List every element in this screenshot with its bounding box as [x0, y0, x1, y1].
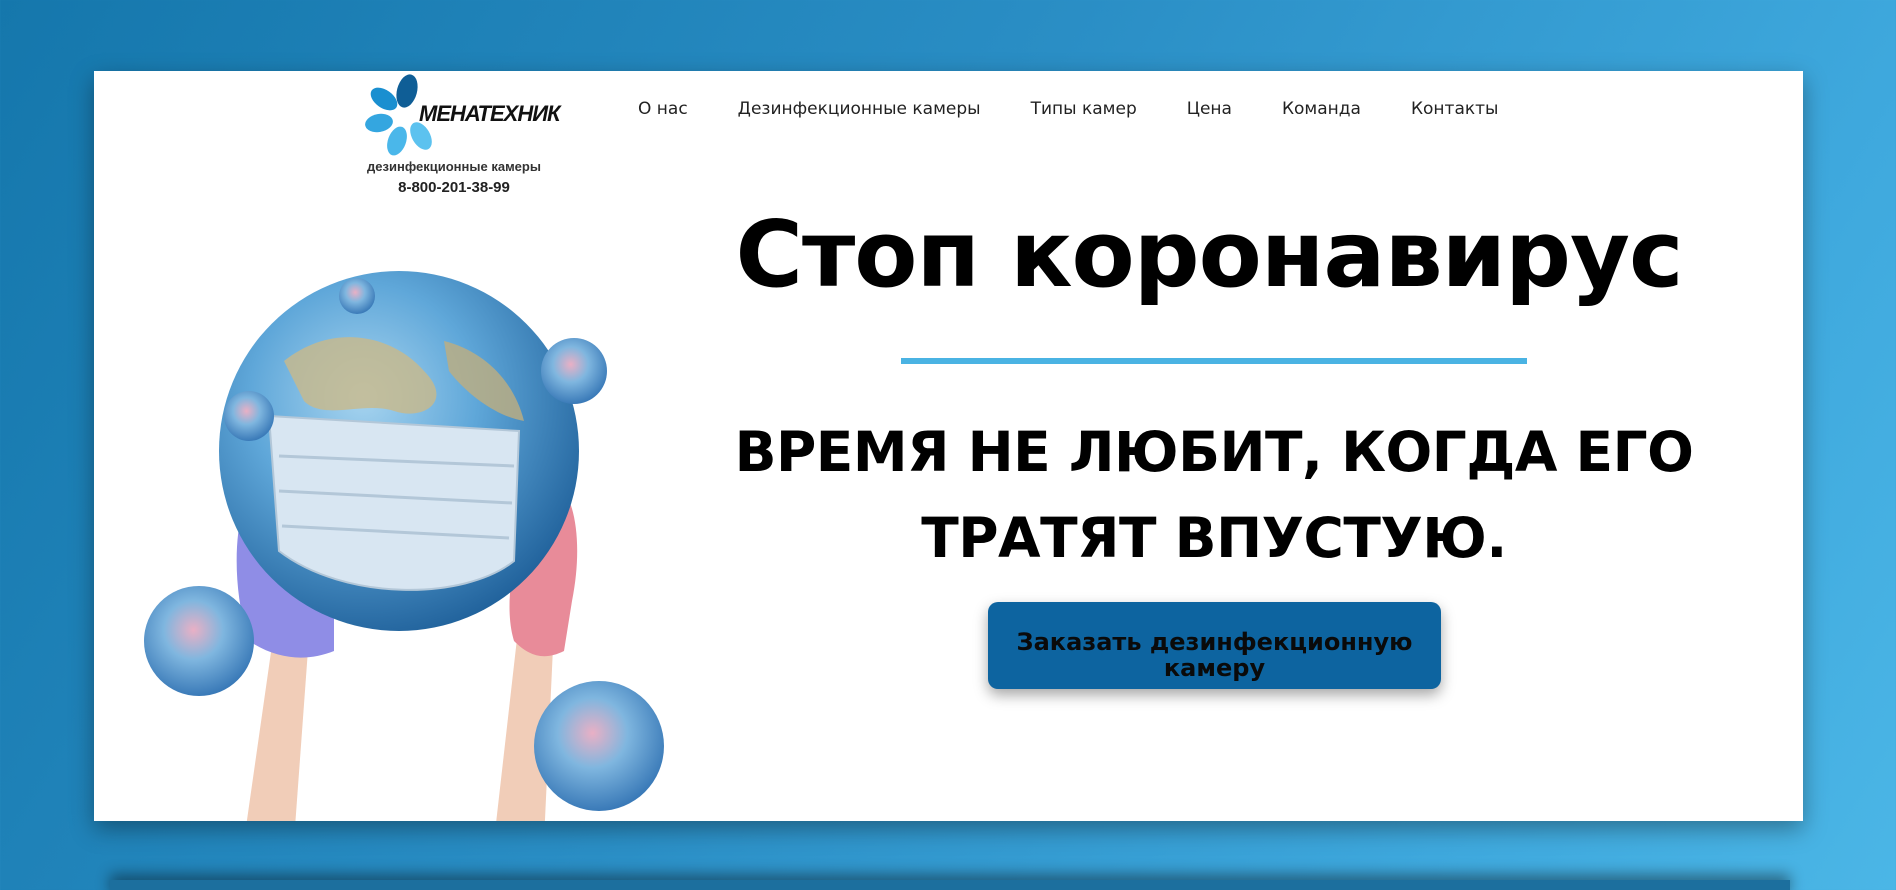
- hero-subtitle: ВРЕМЯ НЕ ЛЮБИТ, КОГДА ЕГО ТРАТЯТ ВПУСТУЮ…: [734, 420, 1694, 570]
- nav-item-about[interactable]: О нас: [638, 99, 688, 119]
- hero-title: Стоп коронавирус: [735, 201, 1683, 308]
- next-section-edge: [110, 880, 1790, 890]
- title-divider: [901, 358, 1527, 364]
- logo-tagline: дезинфекционные камеры: [367, 159, 541, 174]
- nav-item-team[interactable]: Команда: [1282, 99, 1361, 119]
- main-nav: О нас Дезинфекционные камеры Типы камер …: [638, 99, 1548, 119]
- logo-name: МЕНАТЕХНИК: [419, 101, 561, 126]
- site-logo[interactable]: МЕНАТЕХНИК дезинфекционные камеры 8-800-…: [359, 71, 561, 201]
- nav-item-disinfection-chambers[interactable]: Дезинфекционные камеры: [738, 99, 981, 119]
- logo-phone[interactable]: 8-800-201-38-99: [354, 179, 554, 196]
- nav-item-chamber-types[interactable]: Типы камер: [1031, 99, 1137, 119]
- nav-item-price[interactable]: Цена: [1187, 99, 1232, 119]
- order-chamber-button[interactable]: Заказать дезинфекционную камеру: [988, 602, 1441, 689]
- globe-with-mask-image: [144, 271, 664, 821]
- hero-card: МЕНАТЕХНИК дезинфекционные камеры 8-800-…: [94, 71, 1803, 821]
- nav-item-contacts[interactable]: Контакты: [1411, 99, 1499, 119]
